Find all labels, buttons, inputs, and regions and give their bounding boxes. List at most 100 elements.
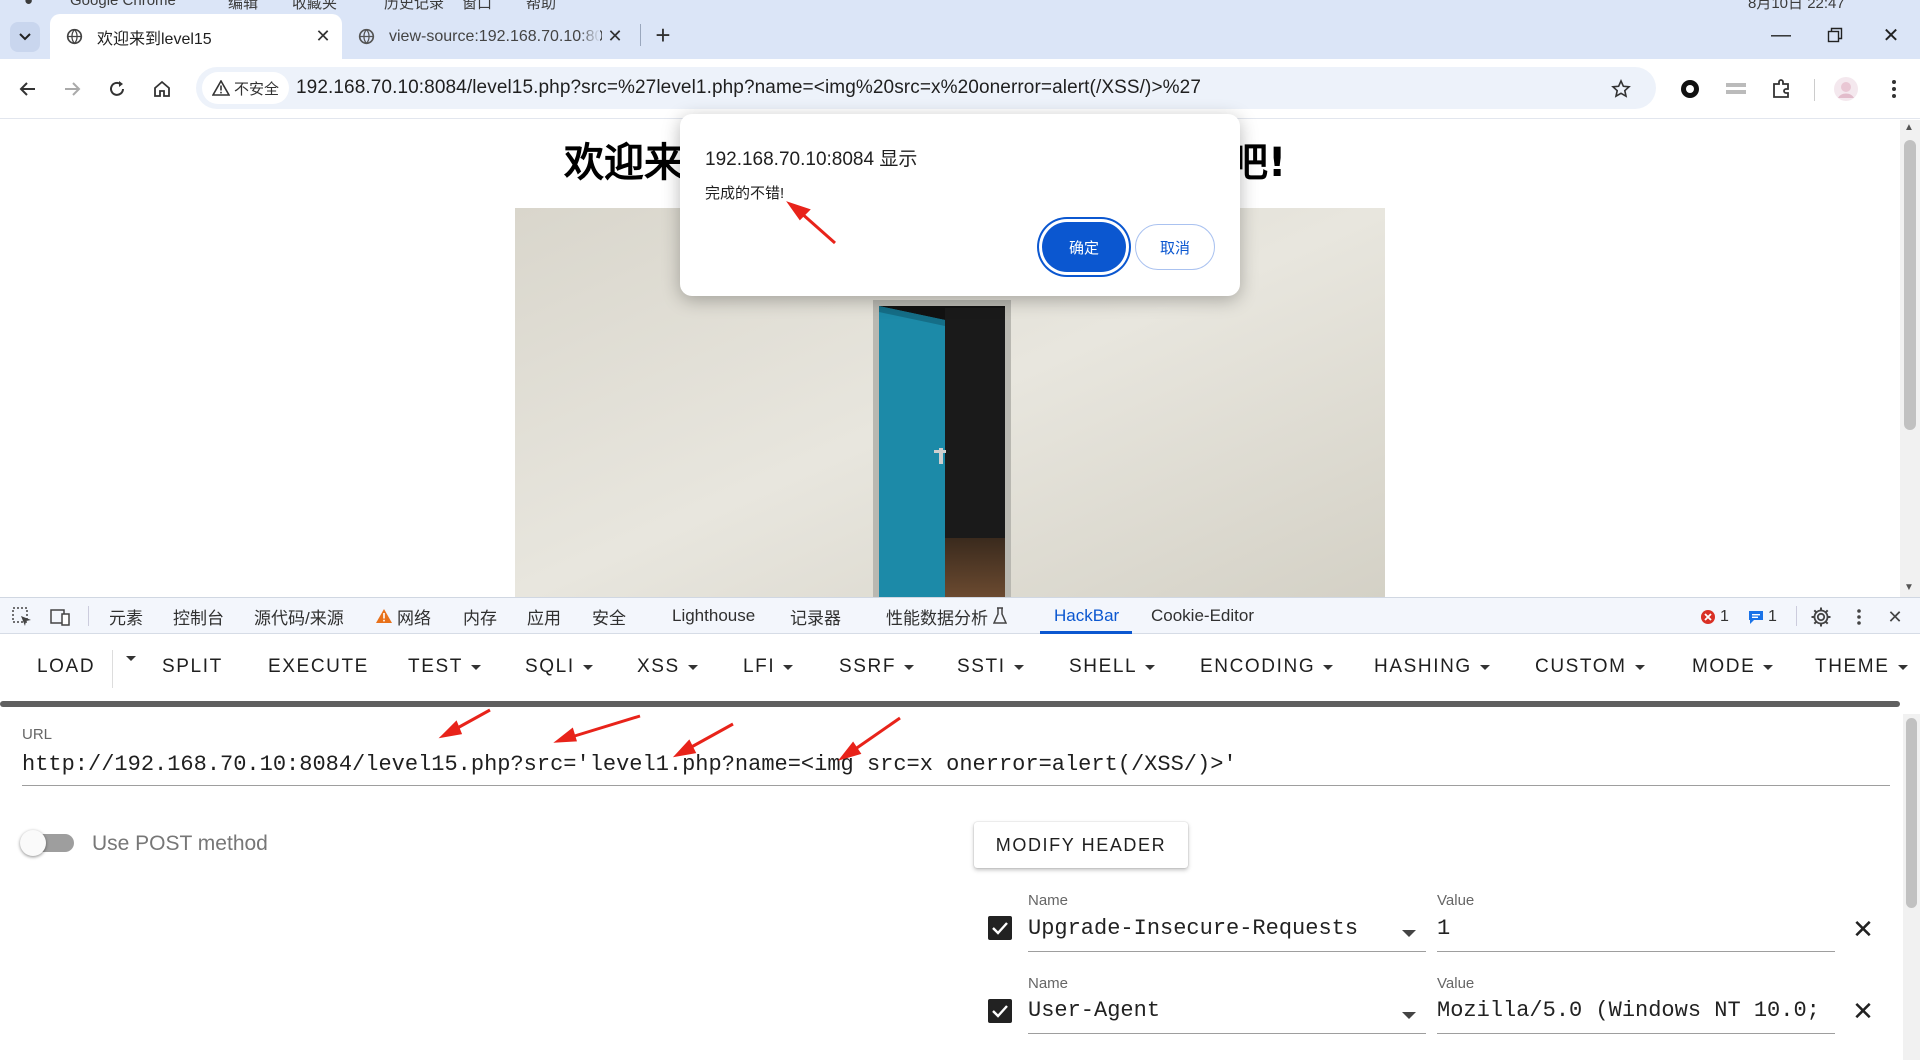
load-divider [112,650,113,688]
extension-circle-icon[interactable] [1674,73,1706,105]
hackbar-xss-menu[interactable]: XSS [637,656,698,678]
menu-label: ENCODING [1200,656,1316,677]
menu-edit: 编辑 [228,0,259,12]
modify-header-button[interactable]: MODIFY HEADER [974,822,1188,868]
hackbar-mode-menu[interactable]: MODE [1692,656,1774,678]
tab-hackbar[interactable]: HackBar [1054,598,1119,634]
hackbar-encoding-menu[interactable]: ENCODING [1200,656,1334,678]
minimize-button[interactable]: — [1756,14,1806,56]
load-dropdown-button[interactable] [118,656,136,661]
menu-clock: 8月10日 22:47 [1748,0,1845,12]
header-enabled-checkbox[interactable] [988,999,1012,1023]
forward-button[interactable] [56,73,88,105]
header-name-input[interactable]: User-Agent [1028,998,1426,1034]
tab-level15[interactable]: 欢迎来到level15 ✕ [50,14,342,59]
hackbar-sqli-menu[interactable]: SQLI [525,656,593,678]
chrome-menu-icon[interactable] [1878,73,1910,105]
page-heading: 欢迎来 [564,140,684,186]
devtools-divider [88,606,89,626]
header-value-input[interactable]: 1 [1437,916,1835,952]
extensions-puzzle-icon[interactable] [1765,73,1797,105]
hackbar-shell-menu[interactable]: SHELL [1069,656,1156,678]
globe-icon [358,28,375,45]
profile-avatar[interactable] [1830,73,1862,105]
scroll-down-icon[interactable]: ▼ [1904,582,1914,593]
tab-network[interactable]: 网络 [397,598,431,634]
header-name-dropdown-icon[interactable] [1402,930,1416,937]
alert-origin: 192.168.70.10:8084 显示 [705,149,918,170]
hackbar-ssrf-menu[interactable]: SSRF [839,656,915,678]
extension-bars-icon[interactable] [1720,73,1752,105]
header-name-dropdown-icon[interactable] [1402,1012,1416,1019]
close-window-button[interactable]: ✕ [1866,14,1916,56]
tab-elements[interactable]: 元素 [109,598,143,634]
tab-security[interactable]: 安全 [592,598,626,634]
hackbar-custom-menu[interactable]: CUSTOM [1535,656,1645,678]
error-counter[interactable]: 1 [1700,608,1729,626]
header-name-input[interactable]: Upgrade-Insecure-Requests [1028,916,1426,952]
address-text[interactable]: 192.168.70.10:8084/level15.php?src=%27le… [296,77,1201,99]
settings-gear-icon[interactable] [1808,604,1834,630]
hackbar-theme-menu[interactable]: THEME [1815,656,1908,678]
hackbar-menu: LOAD SPLIT EXECUTE TEST SQLI XSS LFI SSR… [0,634,1908,702]
alert-cancel-button[interactable]: 取消 [1135,224,1215,270]
back-button[interactable] [12,73,44,105]
hackbar-ssti-menu[interactable]: SSTI [957,656,1024,678]
alert-dialog: 192.168.70.10:8084 显示 完成的不错! 确定 取消 [680,114,1240,296]
hackbar-execute-button[interactable]: EXECUTE [268,656,369,678]
tab-recorder[interactable]: 记录器 [790,598,841,634]
new-tab-button[interactable]: + [648,18,678,52]
menu-label: THEME [1815,656,1890,677]
page-scrollbar-thumb[interactable] [1904,140,1916,430]
close-tab-icon[interactable]: ✕ [310,24,336,50]
hackbar-load-button[interactable]: LOAD [37,656,95,678]
hackbar-test-menu[interactable]: TEST [408,656,481,678]
menu-label: SSTI [957,656,1006,677]
globe-icon [66,28,83,45]
remove-header-icon[interactable]: ✕ [1848,996,1878,1026]
tab-application[interactable]: 应用 [527,598,561,634]
security-chip[interactable]: 不安全 [202,72,290,104]
home-button[interactable] [146,73,178,105]
tab-performance-insights[interactable]: 性能数据分析 [886,598,988,634]
tab-view-source[interactable]: view-source:192.168.70.10:80 ✕ [342,14,634,59]
close-tab-icon[interactable]: ✕ [602,24,628,50]
reload-icon [110,81,124,96]
close-devtools-icon[interactable]: ✕ [1882,604,1908,630]
bookmark-star-icon[interactable] [1608,76,1634,102]
reload-button[interactable] [101,73,133,105]
tab-search-button[interactable] [10,22,40,52]
hackbar-scrollbar-thumb[interactable] [1906,718,1917,908]
tab-console[interactable]: 控制台 [173,598,224,634]
apple-menu-icon: ● [24,0,34,9]
header-enabled-checkbox[interactable] [988,916,1012,940]
header-name-label: Name [1028,892,1069,909]
hackbar-hashing-menu[interactable]: HASHING [1374,656,1490,678]
tab-sources[interactable]: 源代码/来源 [254,598,344,634]
remove-header-icon[interactable]: ✕ [1848,914,1878,944]
menu-bookmarks: 收藏夹 [292,0,338,12]
tab-cookie-editor[interactable]: Cookie-Editor [1151,598,1254,634]
address-bar[interactable]: 不安全 192.168.70.10:8084/level15.php?src=%… [196,67,1656,109]
devtools-menu-icon[interactable] [1846,604,1872,630]
error-count: 1 [1720,608,1729,625]
header-value-input[interactable]: Mozilla/5.0 (Windows NT 10.0; [1437,998,1835,1034]
hackbar-split-button[interactable]: SPLIT [162,656,223,678]
tab-lighthouse[interactable]: Lighthouse [672,598,755,634]
tab-divider [640,24,641,46]
warning-triangle-icon [375,608,393,629]
menu-help: 帮助 [526,0,557,12]
scroll-up-icon[interactable]: ▲ [1904,122,1914,133]
alert-ok-button[interactable]: 确定 [1042,222,1126,272]
menu-label: CUSTOM [1535,656,1627,677]
post-method-toggle-knob[interactable] [20,830,46,856]
message-counter[interactable]: 1 [1748,608,1777,626]
post-method-label: Use POST method [92,832,268,855]
restore-button[interactable] [1810,14,1860,56]
device-toolbar-icon[interactable] [47,604,73,630]
tab-memory[interactable]: 内存 [463,598,497,634]
hackbar-lfi-menu[interactable]: LFI [743,656,794,678]
inspect-element-icon[interactable] [9,604,35,630]
url-input[interactable]: http://192.168.70.10:8084/level15.php?sr… [22,752,1890,786]
tab-title: view-source:192.168.70.10:80 [389,27,602,45]
